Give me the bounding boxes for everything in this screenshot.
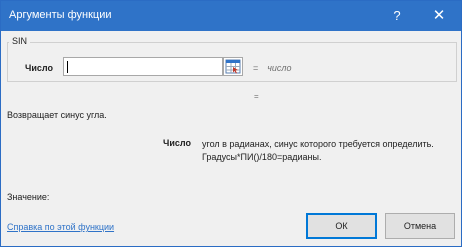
range-select-button[interactable]	[223, 57, 243, 76]
close-button[interactable]: ✕	[419, 1, 459, 31]
argument-help-line-1: угол в радианах, синус которого требуетс…	[202, 139, 434, 149]
argument-result: = число	[253, 63, 292, 73]
argument-input[interactable]	[63, 57, 223, 76]
argument-result-value: число	[267, 63, 292, 73]
title-bar: Аргументы функции ? ✕	[1, 1, 461, 31]
cancel-button[interactable]: Отмена	[385, 213, 455, 239]
value-label: Значение:	[7, 192, 50, 202]
argument-help-line-2: Градусы*ПИ()/180=радианы.	[202, 152, 322, 162]
text-caret	[67, 61, 68, 73]
argument-help-name: Число	[163, 138, 191, 148]
function-name: SIN	[9, 36, 31, 46]
argument-result-equals: =	[253, 63, 259, 73]
dialog-title: Аргументы функции	[9, 9, 112, 21]
argument-label: Число	[25, 63, 53, 73]
argument-help-text: угол в радианах, синус которого требуетс…	[202, 138, 460, 164]
range-select-icon	[225, 59, 241, 74]
function-help-link[interactable]: Справка по этой функции	[7, 222, 114, 232]
function-arguments-dialog: Аргументы функции ? ✕ SIN Число = число =…	[0, 0, 462, 247]
function-result-equals: =	[254, 92, 259, 101]
help-button[interactable]: ?	[377, 1, 417, 31]
function-description: Возвращает синус угла.	[7, 110, 107, 120]
ok-button[interactable]: ОК	[306, 213, 377, 239]
